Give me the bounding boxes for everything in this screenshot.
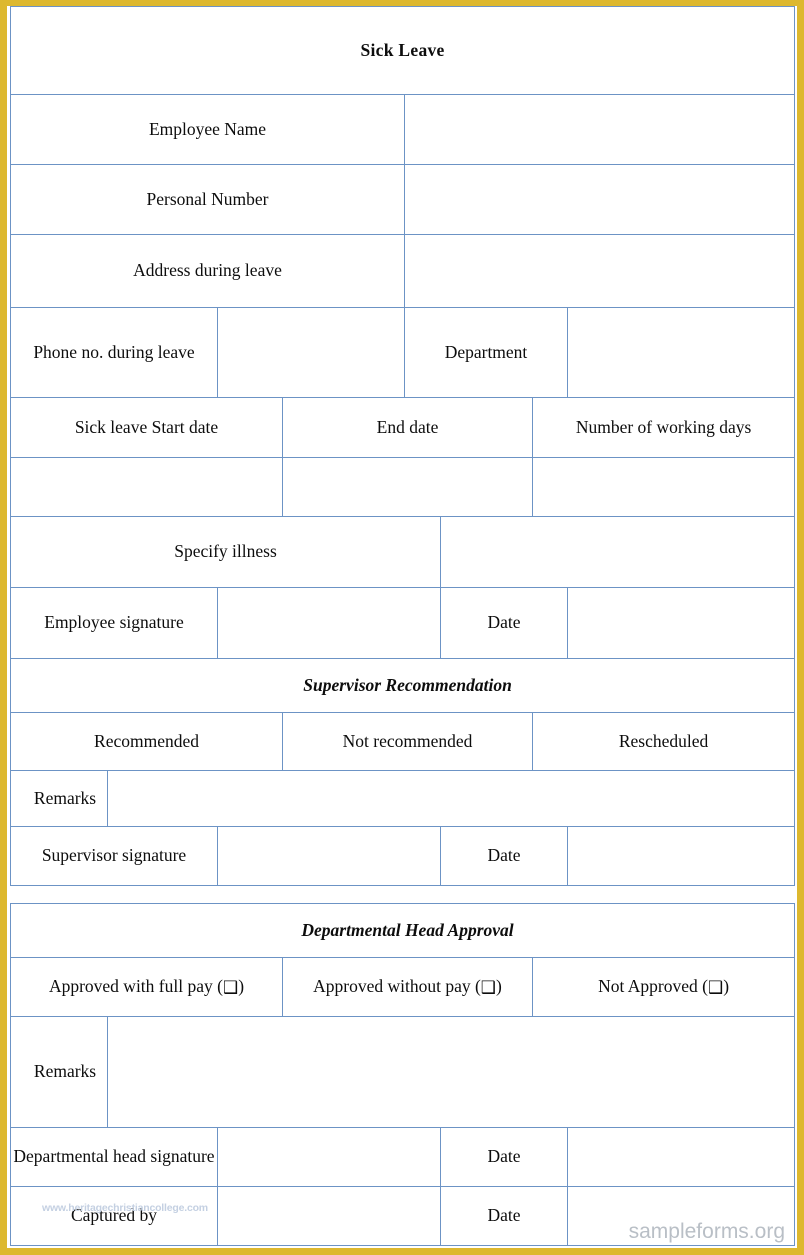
approved-full-pay-paren: )	[238, 976, 245, 997]
personal-number-row: Personal Number	[10, 164, 796, 235]
sick-leave-form-page: Sick Leave Employee Name Personal Number…	[0, 0, 804, 1255]
form-sheet: Sick Leave Employee Name Personal Number…	[7, 6, 797, 1246]
phone-field[interactable]	[217, 307, 405, 398]
specify-illness-label: Specify illness	[10, 516, 441, 588]
approval-options-row: Approved with full pay (❑) Approved with…	[10, 957, 796, 1017]
specify-illness-field[interactable]	[439, 516, 796, 588]
employee-name-field[interactable]	[403, 94, 796, 165]
not-approved-label: Not Approved (	[598, 976, 708, 997]
employee-name-row: Employee Name	[10, 94, 796, 165]
captured-date-label: Date	[440, 1186, 568, 1246]
department-head-remarks-label: Remarks	[10, 1016, 108, 1128]
captured-date-field[interactable]	[566, 1186, 796, 1246]
department-head-date-field[interactable]	[566, 1127, 796, 1187]
start-date-field[interactable]	[10, 457, 283, 517]
phone-department-row: Phone no. during leave Department	[10, 307, 796, 398]
employee-date-field[interactable]	[566, 587, 796, 659]
department-head-signature-row: Departmental head signature Date	[10, 1127, 796, 1187]
leave-dates-header-row: Sick leave Start date End date Number of…	[10, 397, 796, 458]
recommended-option[interactable]: Recommended	[10, 712, 283, 771]
working-days-label: Number of working days	[531, 397, 796, 458]
department-head-remarks-row: Remarks	[10, 1016, 796, 1128]
leave-dates-value-row	[10, 457, 796, 517]
end-date-field[interactable]	[282, 457, 533, 517]
phone-label: Phone no. during leave	[10, 307, 218, 398]
supervisor-options-row: Recommended Not recommended Rescheduled	[10, 712, 796, 771]
employee-date-label: Date	[440, 587, 568, 659]
not-approved-checkbox-icon[interactable]: ❑	[708, 978, 723, 998]
personal-number-field[interactable]	[403, 164, 796, 235]
employee-details-table: Sick Leave Employee Name Personal Number…	[9, 6, 796, 886]
specify-illness-row: Specify illness	[10, 516, 796, 588]
page-title: Sick Leave	[9, 6, 796, 95]
address-field[interactable]	[403, 234, 796, 308]
supervisor-signature-field[interactable]	[217, 826, 441, 886]
approved-without-pay-option[interactable]: Approved without pay (❑)	[282, 957, 533, 1017]
not-approved-option[interactable]: Not Approved (❑)	[531, 957, 796, 1017]
working-days-field[interactable]	[531, 457, 796, 517]
captured-by-label: Captured by	[10, 1186, 218, 1246]
approved-without-pay-paren: )	[496, 976, 502, 997]
personal-number-label: Personal Number	[10, 164, 405, 235]
employee-name-label: Employee Name	[10, 94, 405, 165]
department-label: Department	[404, 307, 568, 398]
department-field[interactable]	[566, 307, 796, 398]
supervisor-heading-row: Supervisor Recommendation	[9, 658, 796, 713]
supervisor-section-heading: Supervisor Recommendation	[9, 658, 796, 713]
not-recommended-option[interactable]: Not recommended	[282, 712, 533, 771]
section-divider	[10, 886, 794, 903]
end-date-label: End date	[282, 397, 533, 458]
department-head-remarks-field[interactable]	[106, 1016, 796, 1128]
supervisor-signature-row: Supervisor signature Date	[10, 826, 796, 886]
approved-full-pay-checkbox-icon[interactable]: ❑	[223, 978, 238, 998]
supervisor-date-label: Date	[440, 826, 568, 886]
department-head-signature-label: Departmental head signature	[10, 1127, 218, 1187]
approved-without-pay-label: Approved without pay (	[313, 976, 481, 997]
not-approved-paren: )	[723, 976, 730, 997]
form-title-row: Sick Leave	[9, 6, 796, 95]
supervisor-date-field[interactable]	[566, 826, 796, 886]
department-head-section-heading: Departmental Head Approval	[9, 903, 796, 958]
department-head-heading-row: Departmental Head Approval	[9, 903, 796, 958]
department-head-approval-table: Departmental Head Approval Approved with…	[9, 903, 796, 1246]
department-head-signature-field[interactable]	[217, 1127, 441, 1187]
approved-without-pay-checkbox-icon[interactable]: ❑	[481, 978, 496, 998]
approved-full-pay-label: Approved with full pay (	[48, 976, 223, 997]
rescheduled-option[interactable]: Rescheduled	[531, 712, 796, 771]
employee-signature-row: Employee signature Date	[10, 587, 796, 659]
employee-signature-label: Employee signature	[10, 587, 218, 659]
employee-signature-field[interactable]	[217, 587, 441, 659]
address-label: Address during leave	[10, 234, 405, 308]
start-date-label: Sick leave Start date	[10, 397, 283, 458]
approved-full-pay-option[interactable]: Approved with full pay (❑)	[10, 957, 283, 1017]
supervisor-signature-label: Supervisor signature	[10, 826, 218, 886]
supervisor-remarks-field[interactable]	[106, 770, 796, 827]
department-head-date-label: Date	[440, 1127, 568, 1187]
captured-by-field[interactable]	[217, 1186, 441, 1246]
address-row: Address during leave	[10, 234, 796, 308]
supervisor-remarks-label: Remarks	[10, 770, 108, 827]
captured-by-row: Captured by Date	[10, 1186, 796, 1246]
supervisor-remarks-row: Remarks	[10, 770, 796, 827]
